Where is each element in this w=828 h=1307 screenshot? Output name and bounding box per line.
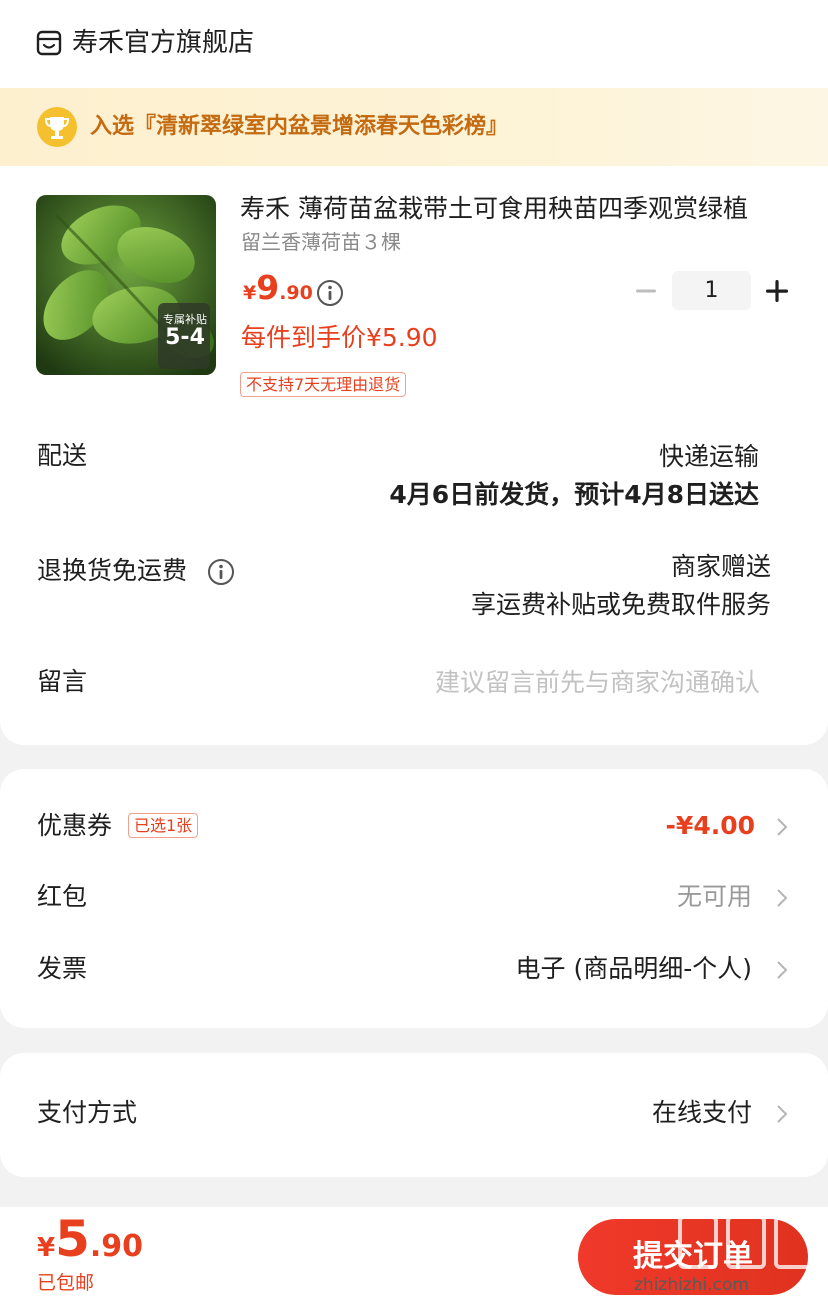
- chevron-right-icon[interactable]: [776, 1103, 788, 1125]
- invoice-label[interactable]: 发票: [37, 951, 87, 987]
- delivery-time: 4月6日前发货，预计4月8日送达: [389, 480, 759, 509]
- store-icon: [36, 30, 62, 56]
- return-policy-tag: 不支持7天无理由退货: [240, 372, 407, 397]
- quantity-decrease-button[interactable]: [634, 278, 658, 304]
- price-decimal: .90: [279, 282, 313, 304]
- subsidy-badge-value: 5-4: [165, 325, 205, 350]
- info-icon[interactable]: [207, 558, 235, 586]
- delivery-method[interactable]: 快递运输: [659, 439, 759, 475]
- ranking-banner[interactable]: 入选『清新翠绿室内盆景增添春天色彩榜』: [0, 88, 828, 166]
- quantity-increase-button[interactable]: [764, 277, 790, 305]
- message-label: 留言: [37, 667, 88, 696]
- store-name[interactable]: 寿禾官方旗舰店: [72, 24, 254, 62]
- chevron-right-icon[interactable]: [776, 816, 788, 838]
- message-input[interactable]: [400, 664, 760, 700]
- order-item-card: 寿禾官方旗舰店 入选『清新翠绿室内盆景增添春天色彩榜』 专属补贴 5-4 寿禾 …: [0, 0, 828, 745]
- total-currency: ¥: [37, 1233, 56, 1263]
- price-currency: ¥: [243, 282, 257, 304]
- payment-method-label[interactable]: 支付方式: [37, 1095, 137, 1131]
- watermark-text: zhizhizhi.com: [634, 1275, 749, 1295]
- coupon-label[interactable]: 优惠券: [37, 808, 112, 844]
- product-image[interactable]: 专属补贴 5-4: [36, 195, 216, 375]
- quantity-input[interactable]: 1: [672, 271, 751, 310]
- info-icon[interactable]: [316, 279, 344, 307]
- return-shipping-label: 退换货免运费: [37, 556, 188, 585]
- invoice-value[interactable]: 电子 (商品明细-个人): [516, 951, 752, 987]
- total-integer: 5: [55, 1210, 90, 1268]
- total-price: ¥5.90: [37, 1210, 143, 1268]
- return-shipping-sub: 享运费补贴或免费取件服务: [470, 590, 771, 619]
- product-spec[interactable]: 留兰香薄荷苗３棵: [241, 228, 401, 256]
- delivery-label: 配送: [37, 441, 88, 470]
- payment-method-value[interactable]: 在线支付: [652, 1095, 752, 1131]
- return-shipping-value: 商家赠送: [670, 552, 771, 581]
- product-price: ¥9.90: [243, 268, 313, 307]
- red-packet-label[interactable]: 红包: [37, 879, 87, 915]
- price-integer: 9: [256, 268, 280, 307]
- chevron-right-icon[interactable]: [776, 887, 788, 909]
- each-final-price: 每件到手价¥5.90: [241, 323, 438, 352]
- coupon-value[interactable]: -¥4.00: [666, 808, 755, 844]
- red-packet-value[interactable]: 无可用: [677, 879, 752, 915]
- total-decimal: .90: [89, 1229, 144, 1264]
- coupon-selected-badge: 已选1张: [128, 813, 199, 838]
- product-title[interactable]: 寿禾 薄荷苗盆栽带土可食用秧苗四季观赏绿植: [240, 190, 785, 228]
- trophy-icon: [37, 107, 77, 147]
- ranking-banner-text: 入选『清新翠绿室内盆景增添春天色彩榜』: [90, 114, 509, 139]
- free-shipping-label: 已包邮: [37, 1272, 95, 1294]
- chevron-right-icon[interactable]: [776, 959, 788, 981]
